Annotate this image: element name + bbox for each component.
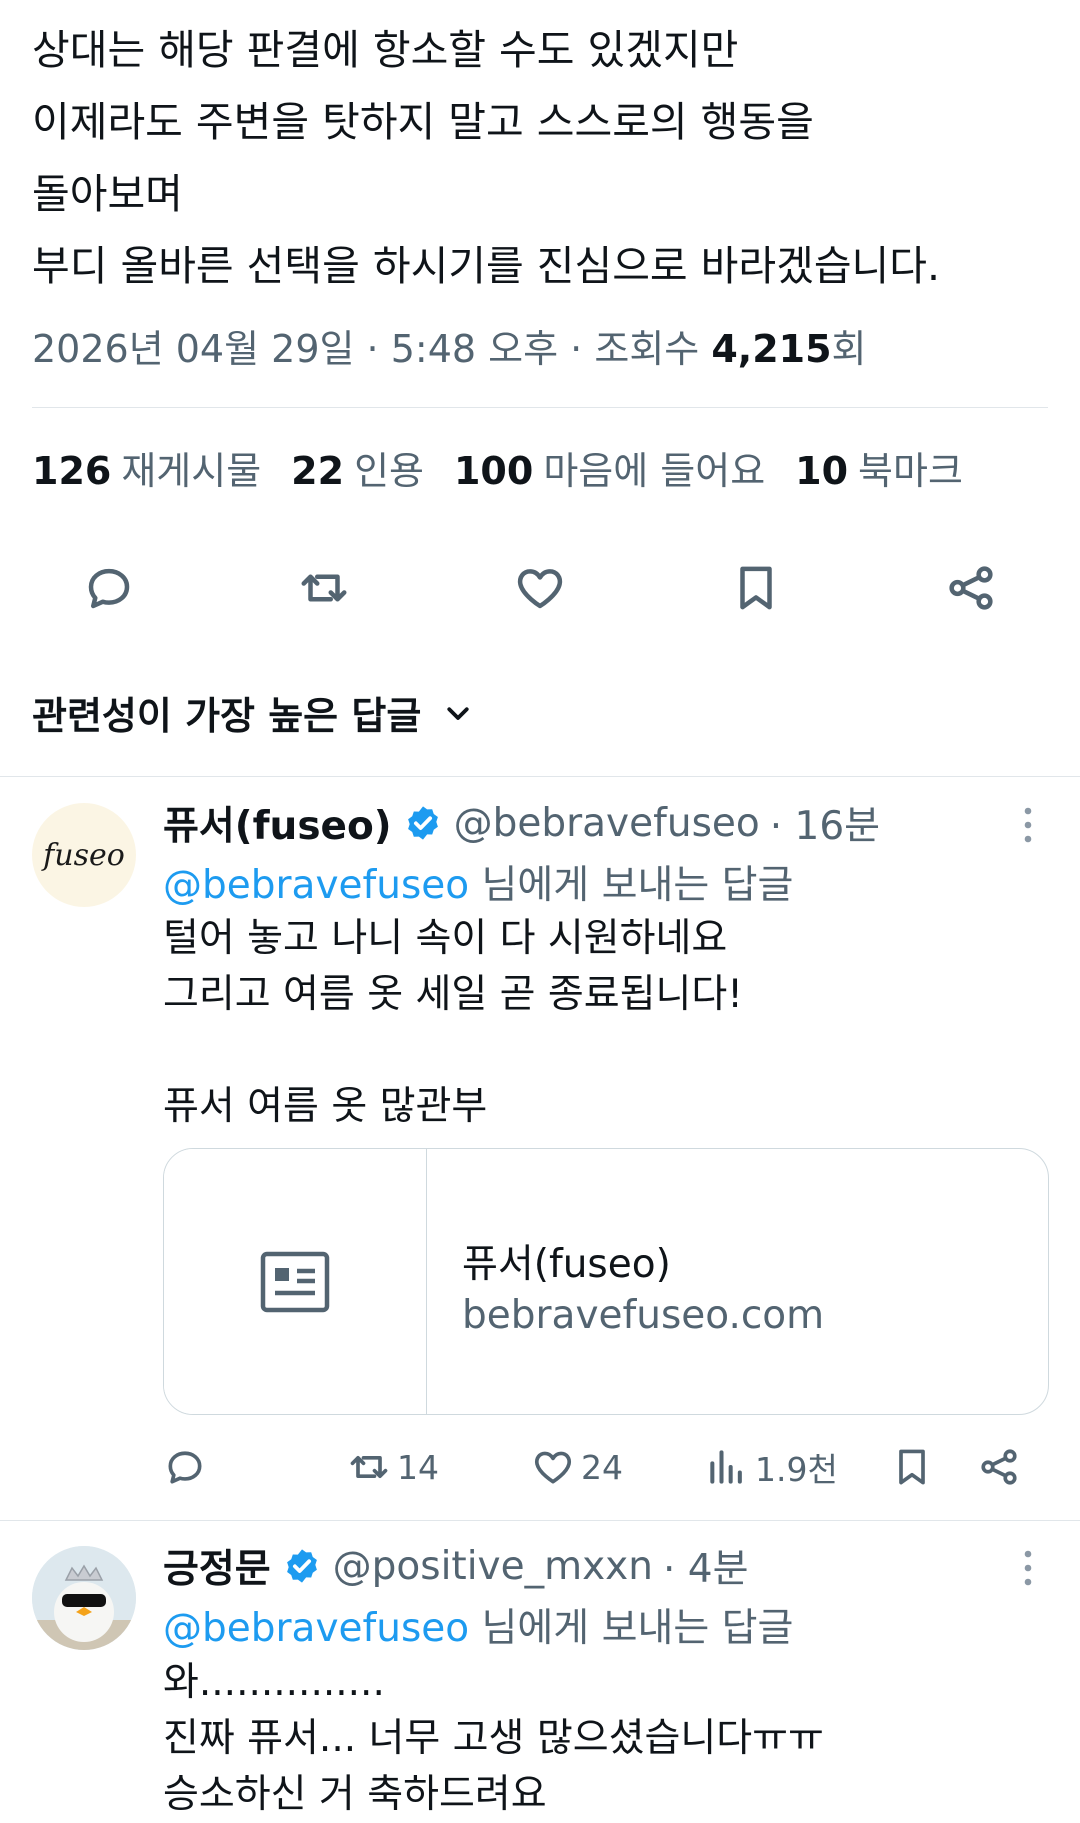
views-label: 조회수 — [594, 327, 700, 371]
like-button[interactable]: 24 — [531, 1437, 623, 1497]
stat-reposts[interactable]: 126 재게시물 — [32, 440, 261, 495]
reply-button[interactable] — [163, 1437, 207, 1497]
analytics-icon — [710, 1450, 742, 1484]
repost-icon[interactable] — [284, 548, 364, 628]
reply-icon — [168, 1451, 202, 1484]
more-options-icon[interactable] — [1008, 1543, 1048, 1593]
tweet-date[interactable]: 2026년 04월 29일 — [32, 327, 354, 371]
tweet-time[interactable]: 5:48 오후 — [391, 327, 558, 371]
reply-line: 그리고 여름 옷 세일 곧 종료됩니다! — [163, 972, 743, 1017]
mention-link[interactable]: @bebravefuseo — [163, 863, 469, 908]
author-handle[interactable]: @positive_mxxn — [333, 1544, 653, 1589]
separator: · — [570, 327, 583, 371]
chevron-down-icon — [447, 706, 469, 720]
article-icon — [260, 1251, 330, 1312]
link-card[interactable]: 퓨서(fuseo) bebravefuseo.com — [163, 1148, 1049, 1415]
tweet-metadata: 2026년 04월 29일 · 5:48 오후 · 조회수 4,215회 — [32, 318, 867, 373]
replying-to: @bebravefuseo 님에게 보내는 답글 — [163, 1606, 794, 1651]
stat-bookmarks[interactable]: 10 북마크 — [795, 440, 963, 495]
share-icon[interactable] — [931, 548, 1011, 628]
separator: · — [366, 327, 379, 371]
author-name[interactable]: 긍정문 — [163, 1538, 271, 1594]
divider — [0, 1520, 1080, 1521]
card-domain: bebravefuseo.com — [462, 1293, 825, 1338]
stat-quotes[interactable]: 22 인용 — [291, 440, 424, 495]
reply-text: 털어 놓고 나니 속이 다 시원하네요 그리고 여름 옷 세일 곧 종료됩니다!… — [163, 911, 743, 1135]
bookmark-icon — [899, 1449, 925, 1485]
more-options-icon[interactable] — [1008, 800, 1048, 850]
tweet-action-bar — [0, 548, 1080, 628]
repost-button[interactable]: 14 — [347, 1437, 439, 1497]
views-suffix: 회 — [831, 327, 867, 371]
reply-header: 긍정문 @positive_mxxn · 4분 — [163, 1538, 748, 1594]
views-count: 4,215 — [711, 327, 832, 371]
avatar-logo: fuseo — [41, 838, 125, 873]
reply-line: 진짜 퓨서... 너무 고생 많으셨습니다ㅠㅠ — [163, 1716, 824, 1761]
tweet-text: 상대는 해당 판결에 항소할 수도 있겠지만 이제라도 주변을 탓하지 말고 스… — [32, 14, 1052, 302]
card-thumbnail — [164, 1149, 427, 1414]
repost-count: 14 — [397, 1447, 439, 1487]
share-button[interactable] — [977, 1437, 1021, 1497]
repost-icon — [350, 1456, 388, 1478]
divider — [32, 407, 1048, 408]
like-icon — [534, 1451, 572, 1484]
avatar[interactable] — [32, 1546, 136, 1650]
verified-badge-icon — [407, 806, 438, 840]
share-icon — [981, 1449, 1017, 1485]
views-button[interactable]: 1.9천 — [705, 1437, 838, 1497]
card-title: 퓨서(fuseo) — [462, 1242, 671, 1287]
like-count: 24 — [581, 1447, 623, 1487]
reply-text: 와............... 진짜 퓨서... 너무 고생 많으셨습니다ㅠㅠ… — [163, 1655, 824, 1823]
mention-link[interactable]: @bebravefuseo — [163, 1606, 469, 1651]
bookmark-icon[interactable] — [716, 548, 796, 628]
bookmark-button[interactable] — [890, 1437, 934, 1497]
reply-sort-dropdown[interactable]: 관련성이 가장 높은 답글 — [32, 685, 473, 740]
author-handle[interactable]: @bebravefuseo — [454, 801, 760, 846]
view-count: 1.9천 — [755, 1450, 838, 1489]
sort-label: 관련성이 가장 높은 답글 — [32, 694, 422, 738]
reply-line — [163, 1023, 743, 1079]
replying-to: @bebravefuseo 님에게 보내는 답글 — [163, 863, 794, 908]
verified-badge-icon — [286, 1549, 317, 1583]
reply-icon[interactable] — [69, 548, 149, 628]
avatar[interactable]: fuseo — [32, 803, 136, 907]
reply-time[interactable]: · 4분 — [663, 1538, 749, 1594]
reply-time[interactable]: · 16분 — [770, 795, 880, 851]
reply-line: 퓨서 여름 옷 많관부 — [163, 1084, 488, 1129]
author-name[interactable]: 퓨서(fuseo) — [163, 795, 392, 851]
reply-line: 승소하신 거 축하드려요 — [163, 1772, 547, 1817]
reply-line: 털어 놓고 나니 속이 다 시원하네요 — [163, 916, 728, 961]
tweet-line: 돌아보며 — [32, 170, 183, 218]
divider — [0, 776, 1080, 777]
reply-action-bar: 14 24 1.9천 — [163, 1437, 1043, 1497]
reply-header: 퓨서(fuseo) @bebravefuseo · 16분 — [163, 795, 880, 851]
tweet-line: 이제라도 주변을 탓하지 말고 스스로의 행동을 — [32, 98, 814, 146]
like-icon[interactable] — [500, 548, 580, 628]
reply-line: 와............... — [163, 1660, 385, 1705]
tweet-line: 부디 올바른 선택을 하시기를 진심으로 바라겠습니다. — [32, 242, 941, 290]
engagement-stats: 126 재게시물 22 인용 100 마음에 들어요 10 북마크 — [32, 440, 963, 495]
tweet-line: 상대는 해당 판결에 항소할 수도 있겠지만 — [32, 26, 739, 74]
stat-likes[interactable]: 100 마음에 들어요 — [454, 440, 765, 495]
